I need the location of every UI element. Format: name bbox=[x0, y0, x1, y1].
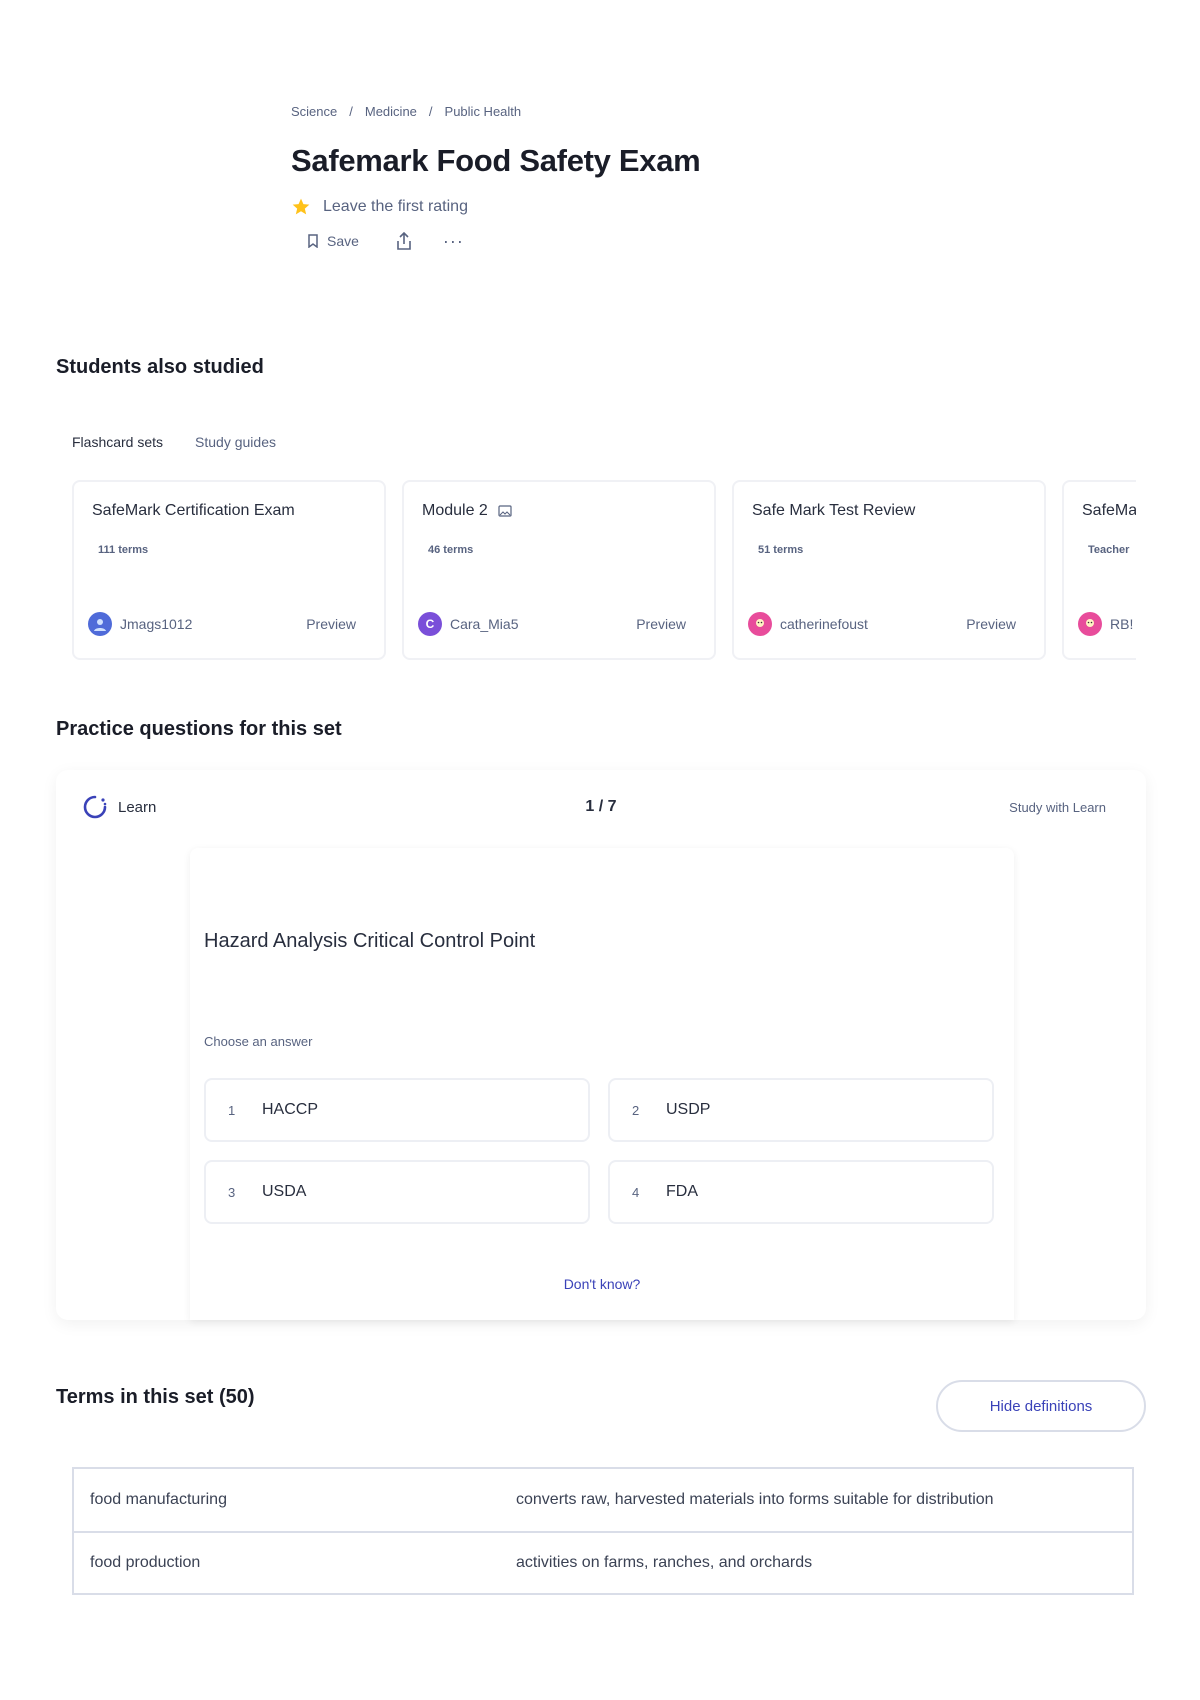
dont-know-button[interactable]: Don't know? bbox=[190, 1276, 1014, 1292]
question-counter: 1 / 7 bbox=[585, 798, 617, 815]
preview-button[interactable]: Preview bbox=[306, 616, 356, 632]
practice-questions-heading: Practice questions for this set bbox=[56, 718, 342, 740]
question-card: Hazard Analysis Critical Control Point C… bbox=[190, 848, 1014, 1320]
breadcrumb-public-health[interactable]: Public Health bbox=[445, 104, 522, 119]
card-title: Module 2 bbox=[422, 502, 696, 520]
card-term-count: Teacher bbox=[1088, 544, 1130, 556]
author-name: Jmags1012 bbox=[120, 616, 193, 632]
rating-prompt[interactable]: Leave the first rating bbox=[291, 197, 991, 217]
user-avatar-icon bbox=[756, 619, 764, 627]
answer-label: HACCP bbox=[262, 1101, 319, 1118]
study-with-learn-link[interactable]: Study with Learn bbox=[1009, 800, 1106, 815]
term-row: food manufacturing converts raw, harvest… bbox=[74, 1469, 1132, 1531]
learn-panel: Learn 1 / 7 Study with Learn Hazard Anal… bbox=[56, 770, 1146, 1320]
card-title-text: SafeMa bbox=[1082, 502, 1136, 519]
answer-options: 1 HACCP 2 USDP 3 USDA 4 FDA bbox=[204, 1078, 994, 1224]
answer-label: USDA bbox=[262, 1183, 307, 1200]
term-row: food production activities on farms, ran… bbox=[74, 1531, 1132, 1593]
card-term-count: 111 terms bbox=[98, 544, 149, 556]
answer-number: 2 bbox=[632, 1102, 640, 1118]
save-button[interactable]: Save bbox=[307, 233, 359, 249]
answer-option-3[interactable]: 3 USDA bbox=[204, 1160, 590, 1224]
avatar bbox=[88, 612, 112, 636]
preview-button[interactable]: Preview bbox=[636, 616, 686, 632]
related-set-card[interactable]: Safe Mark Test Review 51 terms catherine… bbox=[732, 480, 1046, 660]
author-name: RB! bbox=[1110, 616, 1134, 632]
term-text: food manufacturing bbox=[90, 1491, 227, 1508]
more-options-button[interactable]: ··· bbox=[443, 232, 464, 250]
definition-text: activities on farms, ranches, and orchar… bbox=[516, 1554, 813, 1571]
card-title-text: Safe Mark Test Review bbox=[752, 502, 916, 519]
avatar bbox=[1078, 612, 1102, 636]
author-name: Cara_Mia5 bbox=[450, 616, 519, 632]
breadcrumb: Science / Medicine / Public Health bbox=[291, 104, 991, 119]
answer-option-4[interactable]: 4 FDA bbox=[608, 1160, 994, 1224]
terms-heading: Terms in this set (50) bbox=[56, 1386, 255, 1408]
card-footer: Jmags1012 Preview bbox=[88, 612, 356, 636]
answer-number: 3 bbox=[228, 1184, 236, 1200]
answer-number: 4 bbox=[632, 1184, 640, 1200]
breadcrumb-separator: / bbox=[349, 104, 353, 119]
answer-number: 1 bbox=[228, 1102, 236, 1118]
card-author[interactable]: RB! bbox=[1078, 612, 1133, 636]
terms-list: food manufacturing converts raw, harvest… bbox=[72, 1467, 1134, 1595]
author-name: catherinefoust bbox=[780, 616, 868, 632]
user-avatar-icon bbox=[94, 619, 106, 631]
breadcrumb-separator: / bbox=[428, 104, 433, 119]
term-text: food production bbox=[90, 1554, 201, 1571]
card-footer: RB! bbox=[1078, 612, 1136, 636]
learn-toolbar: Learn 1 / 7 Study with Learn bbox=[56, 770, 1146, 840]
image-icon bbox=[498, 505, 512, 517]
definition-text: converts raw, harvested materials into f… bbox=[516, 1491, 994, 1508]
rating-text: Leave the first rating bbox=[323, 198, 468, 215]
related-sets-carousel: SafeMark Certification Exam 111 terms Jm… bbox=[72, 480, 1136, 662]
card-footer: catherinefoust Preview bbox=[748, 612, 1016, 636]
star-icon bbox=[292, 198, 310, 215]
related-set-card[interactable]: SafeMark Certification Exam 111 terms Jm… bbox=[72, 480, 386, 660]
hide-definitions-button[interactable]: Hide definitions bbox=[936, 1380, 1146, 1432]
answer-option-1[interactable]: 1 HACCP bbox=[204, 1078, 590, 1142]
related-set-card[interactable]: SafeMa Teacher RB! bbox=[1062, 480, 1136, 660]
avatar bbox=[748, 612, 772, 636]
card-title-text: Module 2 bbox=[422, 502, 488, 519]
card-term-count: 51 terms bbox=[758, 544, 804, 556]
ellipsis-icon: ··· bbox=[442, 231, 464, 251]
breadcrumb-science[interactable]: Science bbox=[291, 104, 337, 119]
tab-flashcard-sets[interactable]: Flashcard sets bbox=[72, 434, 163, 450]
user-avatar-icon bbox=[1086, 619, 1094, 627]
card-title-text: SafeMark Certification Exam bbox=[92, 502, 295, 519]
save-label: Save bbox=[327, 233, 359, 249]
set-header: Science / Medicine / Public Health Safem… bbox=[291, 104, 991, 251]
choose-answer-label: Choose an answer bbox=[204, 1034, 313, 1049]
card-author[interactable]: C Cara_Mia5 bbox=[418, 612, 518, 636]
share-button[interactable] bbox=[395, 231, 413, 251]
students-also-studied-heading: Students also studied bbox=[56, 356, 264, 378]
card-footer: C Cara_Mia5 Preview bbox=[418, 612, 686, 636]
answer-label: USDP bbox=[666, 1101, 711, 1118]
card-author[interactable]: Jmags1012 bbox=[88, 612, 192, 636]
avatar: C bbox=[418, 612, 442, 636]
set-actions: Save ··· bbox=[307, 231, 991, 251]
bookmark-icon bbox=[308, 234, 318, 248]
card-term-count: 46 terms bbox=[428, 544, 474, 556]
card-title: SafeMark Certification Exam bbox=[92, 502, 366, 520]
page-title: Safemark Food Safety Exam bbox=[291, 143, 701, 178]
card-author[interactable]: catherinefoust bbox=[748, 612, 868, 636]
preview-button[interactable]: Preview bbox=[966, 616, 1016, 632]
answer-label: FDA bbox=[666, 1183, 698, 1200]
card-title: Safe Mark Test Review bbox=[752, 502, 1026, 520]
share-icon bbox=[397, 231, 411, 250]
card-title: SafeMa bbox=[1082, 502, 1136, 520]
answer-option-2[interactable]: 2 USDP bbox=[608, 1078, 994, 1142]
related-set-card[interactable]: Module 2 46 terms C Cara_Mia5 Preview bbox=[402, 480, 716, 660]
question-prompt: Hazard Analysis Critical Control Point bbox=[204, 930, 536, 952]
tab-study-guides[interactable]: Study guides bbox=[195, 434, 276, 450]
study-tabs: Flashcard sets Study guides bbox=[72, 434, 308, 450]
breadcrumb-medicine[interactable]: Medicine bbox=[365, 104, 417, 119]
